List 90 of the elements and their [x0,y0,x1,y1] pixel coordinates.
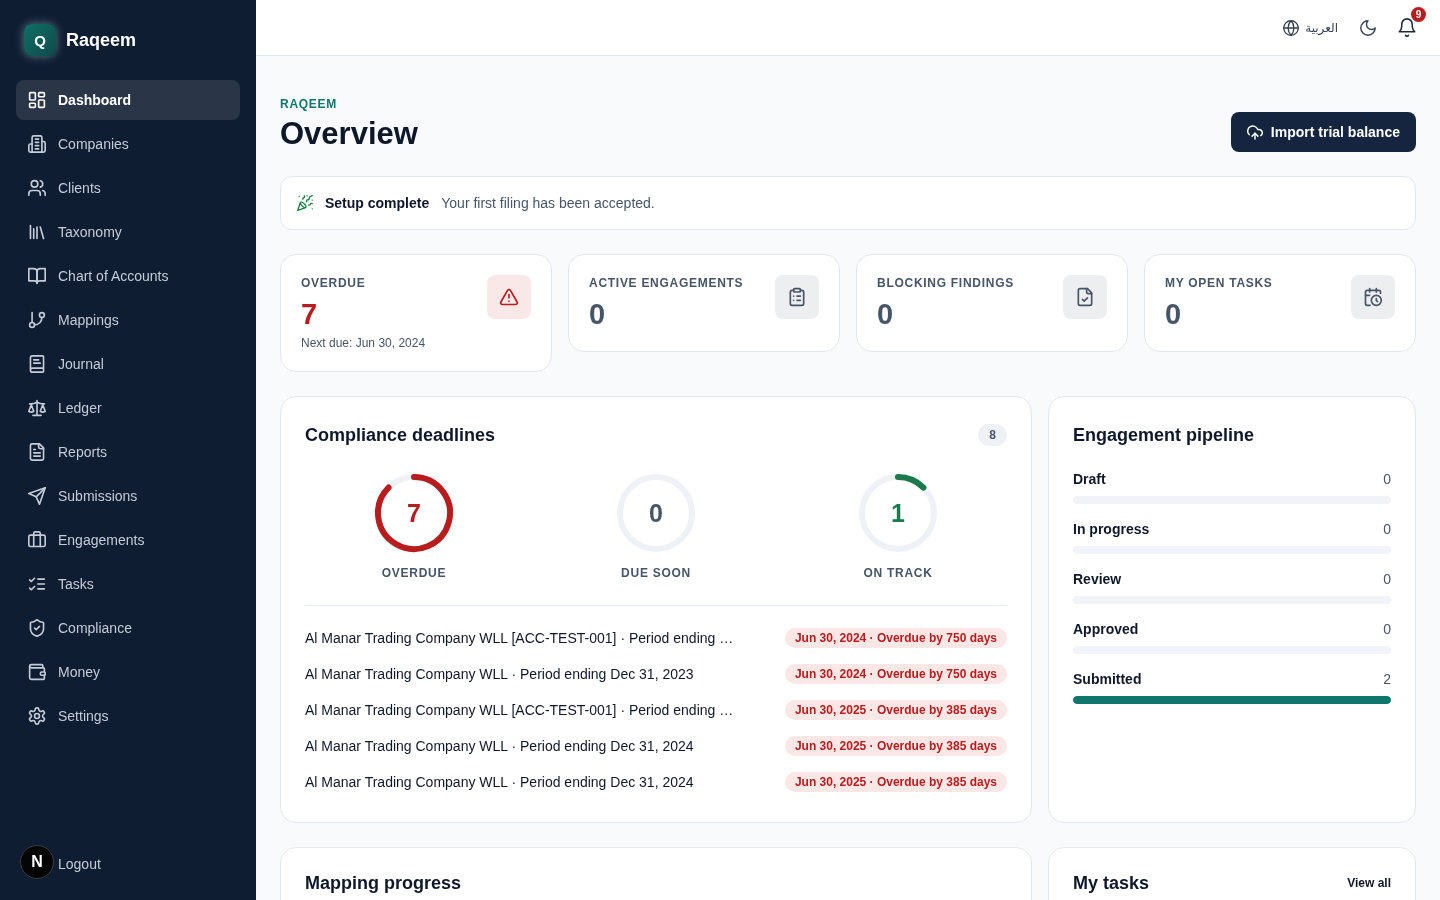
open-book-icon [28,267,46,285]
stat-value: 7 [301,297,319,331]
checklist-icon [28,575,46,593]
page-title: Overview [280,116,418,152]
banner-title: Setup complete [325,195,430,211]
ring-value: 0 [649,498,663,528]
due-status-tag: Jun 30, 2025 · Overdue by 385 days [784,700,1007,720]
due-status-tag: Jun 30, 2024 · Overdue by 750 days [784,628,1007,648]
grid-icon [28,91,46,109]
document-icon [28,443,46,461]
scale-icon [28,399,46,417]
stage-label: Draft [1073,471,1106,487]
stage-count: 0 [1383,521,1391,537]
stat-label: MY OPEN TASKS [1165,275,1273,291]
panel-title: My tasks [1073,872,1150,894]
stat-value: 0 [589,297,607,331]
clipboard-icon [775,275,819,319]
deadline-name: Al Manar Trading Company WLL · Period ending Dec 31, 2023 [305,666,694,682]
due-status-tag: Jun 30, 2025 · Overdue by 385 days [784,772,1007,792]
file-check-icon [1063,275,1107,319]
stage-count: 2 [1383,671,1391,687]
stage-label: Review [1073,571,1122,587]
deadline-name: Al Manar Trading Company WLL · Period ending Dec 31, 2024 [305,738,694,754]
nav-item[interactable]: Companies [16,124,240,164]
nav-item[interactable]: Compliance [16,608,240,648]
stat-value: 0 [1165,297,1183,331]
stat-value: 0 [877,297,895,331]
ring-value: 7 [407,498,421,528]
stage-label: Approved [1073,621,1139,637]
language-button[interactable]: العربية [1283,19,1338,36]
party-popper-icon [297,195,313,211]
stage-count: 0 [1383,621,1391,637]
panel-title: Engagement pipeline [1073,424,1256,447]
people-icon [28,179,46,197]
ring-label: DUE SOON [621,565,691,581]
warning-icon [487,275,531,319]
stage-label: Submitted [1073,671,1142,687]
nav-item[interactable]: Mappings [16,300,240,340]
building-icon [28,135,46,153]
nav-item[interactable]: Ledger [16,388,240,428]
briefcase-icon [28,531,46,549]
stage-count: 0 [1383,471,1391,487]
due-status-tag: Jun 30, 2024 · Overdue by 750 days [784,664,1007,684]
nav-item[interactable]: Submissions [16,476,240,516]
nav-item[interactable]: Money [16,652,240,692]
nav-item[interactable]: Reports [16,432,240,472]
nav-item[interactable]: Settings [16,696,240,736]
deadline-name: Al Manar Trading Company WLL · Period ending Dec 31, 2024 [305,774,694,790]
page-eyebrow: RAQEEM [280,96,338,112]
stage-label: In progress [1073,521,1150,537]
nav-item[interactable]: Clients [16,168,240,208]
moon-icon[interactable] [1360,19,1376,36]
stat-label: ACTIVE ENGAGEMENTS [589,275,744,291]
stage-count: 0 [1383,571,1391,587]
nav-item[interactable]: Chart of Accounts [16,256,240,296]
panel-title: Compliance deadlines [305,424,496,447]
bell-icon[interactable] [1398,18,1416,37]
wallet-icon [28,663,46,681]
ring-label: OVERDUE [381,565,447,581]
deadline-name: Al Manar Trading Company WLL [ACC-TEST-001] · Period ending … [305,630,734,646]
ring-value: 1 [891,498,905,528]
globe-icon [1283,19,1300,36]
notification-count: 9 [1411,7,1426,22]
nav-item[interactable]: Tasks [16,564,240,604]
cloud-upload-icon [1246,124,1263,140]
ring-label: ON TRACK [863,565,933,581]
due-status-tag: Jun 30, 2025 · Overdue by 385 days [784,736,1007,756]
avatar-button[interactable]: N [20,845,54,879]
calendar-clock-icon [1351,275,1395,319]
banner-message: Your first filing has been accepted. [441,195,655,211]
import-button[interactable]: Import trial balance [1230,112,1416,152]
stat-label: OVERDUE [301,275,367,291]
app-name: Raqeem [66,29,137,51]
settings-icon [28,707,46,725]
nav-item[interactable]: Journal [16,344,240,384]
stat-note: Next due: Jun 30, 2024 [301,335,426,351]
view-all-link[interactable]: View all [1347,876,1391,890]
books-icon [28,223,46,241]
shield-check-icon [28,619,46,637]
nav-item[interactable]: Engagements [16,520,240,560]
paper-plane-icon [28,487,46,505]
deadline-count: 8 [978,424,1007,446]
nav-item[interactable]: Dashboard [16,80,240,120]
deadline-name: Al Manar Trading Company WLL [ACC-TEST-001] · Period ending … [305,702,734,718]
notebook-icon [28,355,46,373]
stat-label: BLOCKING FINDINGS [877,275,1014,291]
branch-icon [28,311,46,329]
logo-tile: Q [24,24,56,56]
panel-title: Mapping progress [305,872,462,894]
nav-item[interactable]: Taxonomy [16,212,240,252]
